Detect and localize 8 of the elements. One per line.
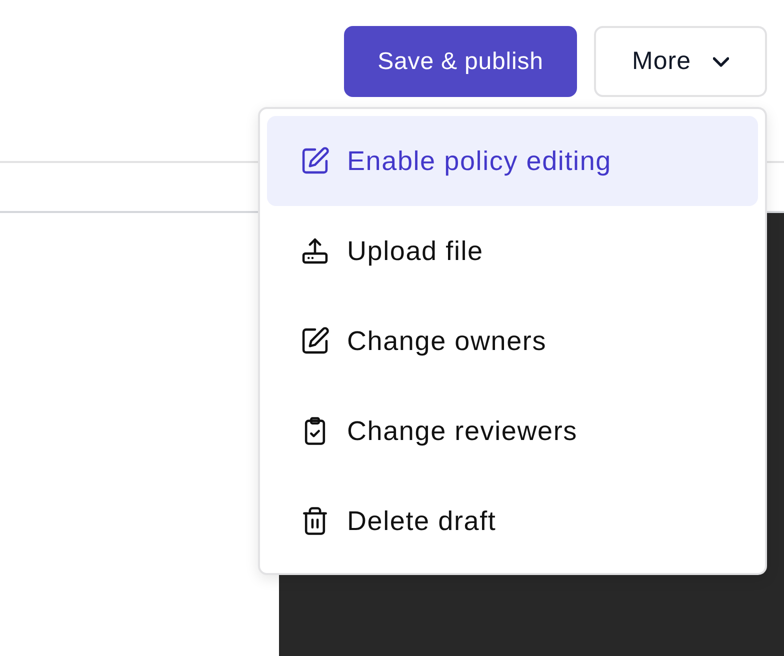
trash-icon	[301, 507, 329, 535]
more-button[interactable]: More	[594, 26, 767, 97]
edit-icon	[301, 147, 329, 175]
edit-icon	[301, 327, 329, 355]
menu-item[interactable]: Enable policy editing	[267, 116, 758, 206]
save-publish-button[interactable]: Save & publish	[344, 26, 577, 97]
chevron-down-icon	[712, 56, 729, 66]
upload-icon	[301, 237, 329, 265]
